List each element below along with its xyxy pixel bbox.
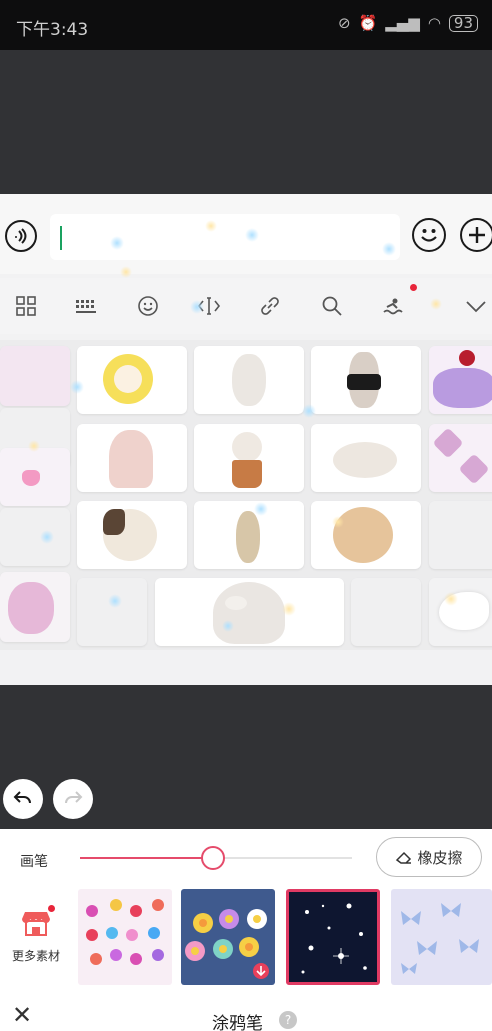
- search-icon: [320, 294, 344, 318]
- text-caret: [60, 226, 62, 250]
- sticker-cat-bow: [311, 346, 421, 414]
- sticker-cake: [429, 346, 492, 414]
- sticker-bear: [0, 572, 70, 642]
- butterflies-pattern: [401, 903, 479, 974]
- brush-butterflies-swatch[interactable]: [391, 889, 492, 985]
- undo-button[interactable]: [3, 779, 43, 819]
- cherry: [459, 350, 475, 366]
- bear-figure: [8, 582, 54, 634]
- sleeping-cat: [333, 442, 397, 478]
- flower-pot: [232, 460, 262, 488]
- hearts-pattern: [86, 899, 164, 965]
- purple-cake: [433, 368, 492, 408]
- sticker-cell: [351, 578, 421, 646]
- collapse-chevron-icon: [464, 294, 488, 318]
- sticker-fluffy-cat: [155, 578, 344, 646]
- eraser-button[interactable]: 橡皮擦: [376, 837, 482, 877]
- status-bar: 下午3:43 ⊘ ⏰ ▂▄▆ ◠ 93: [0, 0, 492, 50]
- panel-footer: ✕ 涂鸦笔 ?: [0, 1001, 492, 1031]
- sticker-potted-cat: [194, 424, 304, 492]
- status-time: 下午3:43: [16, 20, 89, 40]
- sticker-wing: [429, 578, 492, 646]
- fluffy-cat: [213, 582, 285, 644]
- theme-swim-icon: [382, 294, 406, 318]
- emoji-icon: [412, 218, 446, 252]
- eraser-icon: [396, 851, 412, 864]
- sticker-cell: [77, 578, 147, 646]
- brush-flowers-swatch[interactable]: [181, 889, 275, 985]
- redo-button[interactable]: [53, 779, 93, 819]
- signal-icon: ▂▄▆: [385, 14, 420, 32]
- doodle-pen-panel: 画笔 橡皮擦 更多素材 ✕ 涂鸦笔 ?: [0, 829, 492, 1031]
- flowers-pattern: [185, 909, 269, 979]
- sticker-calico-cat: [77, 501, 187, 569]
- keyboard-toolbar: [0, 278, 492, 334]
- sticker-cell: [429, 501, 492, 569]
- cat-ear: [225, 596, 247, 610]
- store-icon: [22, 912, 50, 936]
- angel-wing: [439, 592, 489, 630]
- sticker-sitting-cat: [194, 501, 304, 569]
- panel-title: 涂鸦笔: [212, 1014, 263, 1031]
- undo-icon: [13, 791, 31, 804]
- stars-pattern: [301, 903, 367, 974]
- help-icon[interactable]: ?: [279, 1011, 297, 1029]
- sticker-sleeping-cat: [311, 424, 421, 492]
- redo-icon: [65, 791, 83, 804]
- cat-head: [232, 432, 262, 462]
- status-icons: ⊘ ⏰ ▂▄▆ ◠ 93: [338, 14, 478, 32]
- voice-icon: [5, 220, 37, 252]
- alarm-icon: ⏰: [358, 14, 378, 32]
- cat-face: [114, 365, 142, 393]
- sticker-white-cat: [194, 346, 304, 414]
- new-badge-dot: [48, 905, 55, 912]
- keyboard-icon: [74, 294, 98, 318]
- brush-stars-swatch[interactable]: [286, 889, 380, 985]
- alarm-off-icon: ⊘: [337, 14, 351, 32]
- star-clip: [432, 427, 464, 459]
- cat-in-blanket: [109, 430, 153, 488]
- brush-size-slider[interactable]: [80, 846, 352, 870]
- sticker-cell: [0, 508, 70, 566]
- eraser-label: 橡皮擦: [417, 848, 463, 867]
- wifi-icon: ◠: [427, 14, 441, 32]
- sticker-grid: [0, 340, 492, 650]
- apps-grid-icon: [14, 294, 38, 318]
- close-icon[interactable]: ✕: [12, 1001, 32, 1029]
- chat-input-row: [0, 194, 492, 274]
- brush-size-label: 画笔: [20, 854, 48, 870]
- doodle-canvas[interactable]: [0, 194, 492, 685]
- sticker-pink-tray: [0, 346, 70, 406]
- sticker-orange-cat: [311, 501, 421, 569]
- sticker-bracelet: [0, 448, 70, 506]
- dark-patch: [103, 509, 125, 535]
- slider-thumb[interactable]: [201, 846, 225, 870]
- orange-cat-face: [333, 507, 393, 563]
- sticker-blanket-cat: [77, 424, 187, 492]
- white-cat: [232, 354, 266, 406]
- text-cursor-icon: [197, 294, 221, 318]
- battery-indicator: 93: [448, 14, 478, 32]
- slider-fill: [80, 857, 213, 859]
- smiley-icon: [136, 294, 160, 318]
- more-materials-button[interactable]: 更多素材: [8, 905, 64, 964]
- plus-icon: [460, 218, 492, 252]
- sitting-cat: [236, 511, 260, 563]
- link-icon: [258, 294, 282, 318]
- sticker-cat-sunflower: [77, 346, 187, 414]
- notification-dot: [410, 284, 417, 291]
- sticker-star-clips: [429, 424, 492, 492]
- brush-hearts-swatch[interactable]: [78, 889, 172, 985]
- message-input: [50, 214, 400, 260]
- black-bow: [347, 374, 381, 390]
- heart-charm: [22, 470, 40, 486]
- more-materials-label: 更多素材: [11, 949, 60, 963]
- star-clip: [458, 453, 490, 485]
